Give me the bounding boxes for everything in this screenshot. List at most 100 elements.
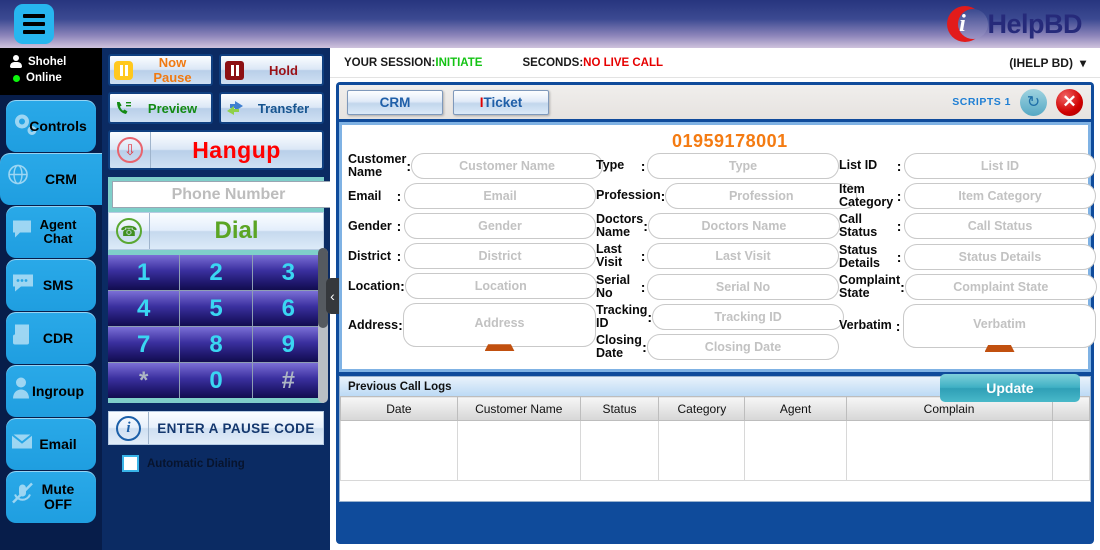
- colon: :: [896, 188, 902, 205]
- field-row-customer-name: Customer Name:: [348, 152, 604, 180]
- hamburger-bar: [23, 30, 45, 34]
- keypad-key-1[interactable]: 1: [108, 255, 180, 290]
- automatic-dialing-row: Automatic Dialing: [108, 455, 324, 472]
- keypad-key-6[interactable]: 6: [252, 291, 324, 326]
- label-list-id: List ID: [839, 158, 878, 173]
- automatic-dialing-checkbox[interactable]: [122, 455, 139, 472]
- hamburger-icon[interactable]: [14, 4, 54, 44]
- seconds-status: SECONDS:NO LIVE CALL: [522, 57, 663, 69]
- input-tracking-id[interactable]: [652, 303, 845, 330]
- chevron-left-icon[interactable]: ‹: [326, 278, 339, 314]
- field-row-location: Location:: [348, 273, 597, 300]
- keypad-key-hash[interactable]: #: [252, 363, 324, 398]
- sidebar-item-email[interactable]: Email: [6, 418, 96, 470]
- input-closing-date[interactable]: [647, 334, 839, 361]
- campaign-selector[interactable]: (IHELP BD) ▾: [1009, 56, 1086, 70]
- table-cell: [579, 420, 660, 481]
- input-serial-no[interactable]: [647, 273, 839, 300]
- sidebar-item-mute-off[interactable]: Mute OFF: [6, 471, 96, 523]
- input-customer-name[interactable]: [411, 153, 604, 180]
- campaign-label: (IHELP BD): [1009, 55, 1073, 70]
- sidebar-item-controls[interactable]: Controls: [6, 100, 96, 152]
- sidebar-item-cdr[interactable]: CDR: [6, 312, 96, 364]
- keypad-key-3[interactable]: 3: [252, 255, 324, 290]
- input-profession[interactable]: [665, 183, 858, 209]
- field-row-profession: Profession:: [596, 183, 858, 209]
- keypad-key-7[interactable]: 7: [108, 327, 180, 362]
- keypad-key-5[interactable]: 5: [180, 291, 252, 326]
- label-complaint-state: Complaint State: [839, 272, 901, 300]
- keypad-key-4[interactable]: 4: [108, 291, 180, 326]
- input-list-id[interactable]: [904, 153, 1096, 179]
- sidebar-item-agent-chat[interactable]: Agent Chat: [6, 206, 96, 258]
- colon: :: [640, 248, 646, 265]
- input-location[interactable]: [404, 273, 597, 300]
- app-logo: i HelpBD: [947, 4, 1082, 44]
- keypad-key-star[interactable]: *: [108, 363, 180, 398]
- now-pause-button[interactable]: Now Pause: [108, 54, 213, 86]
- input-gender[interactable]: [404, 213, 596, 240]
- seconds-label: SECONDS:: [522, 56, 584, 69]
- update-row: Update: [342, 364, 1088, 403]
- user-info-box: Shohel Online: [0, 48, 102, 95]
- tab-crm[interactable]: CRM: [347, 89, 443, 115]
- label-verbatim: Verbatim: [839, 318, 892, 333]
- close-icon[interactable]: ✕: [1056, 88, 1083, 116]
- transfer-button[interactable]: Transfer: [219, 92, 324, 124]
- input-complaint-state[interactable]: [904, 273, 1097, 300]
- sidebar-item-label: Ingroup: [31, 382, 85, 399]
- sidebar-item-label: SMS: [42, 276, 74, 293]
- hangup-button[interactable]: ⇩ Hangup: [108, 130, 324, 170]
- enter-pause-code-button[interactable]: i ENTER A PAUSE CODE: [108, 411, 324, 445]
- refresh-icon[interactable]: ↻: [1020, 88, 1047, 116]
- session-status: YOUR SESSION:INITIATE: [344, 57, 482, 69]
- input-email[interactable]: [404, 183, 596, 210]
- table-cell: [845, 420, 1053, 481]
- sidebar-item-crm[interactable]: CRM: [0, 153, 102, 205]
- label-doctors-name: Doctors Name: [596, 212, 644, 240]
- resize-handle-verbatim[interactable]: [984, 345, 1015, 352]
- field-row-address: Address:: [348, 303, 596, 352]
- keypad-key-0[interactable]: 0: [180, 363, 252, 398]
- preview-button[interactable]: Preview: [108, 92, 213, 124]
- input-district[interactable]: [404, 243, 596, 270]
- input-doctors-name[interactable]: [647, 213, 840, 240]
- label-serial-no: Serial No: [596, 272, 631, 300]
- field-row-tracking-id: Tracking ID:: [596, 303, 845, 330]
- keypad-key-9[interactable]: 9: [252, 327, 324, 362]
- phone-number-input[interactable]: [112, 181, 344, 208]
- colon: :: [640, 278, 646, 295]
- keypad-key-8[interactable]: 8: [180, 327, 252, 362]
- sidebar-item-sms[interactable]: SMS: [6, 259, 96, 311]
- field-row-verbatim: Verbatim:: [839, 304, 1096, 352]
- input-last-visit[interactable]: [647, 243, 839, 270]
- input-item-category[interactable]: [904, 183, 1096, 210]
- dial-button[interactable]: ☎ Dial: [108, 212, 324, 250]
- label-call-status: Call Status: [839, 212, 878, 240]
- input-address[interactable]: [403, 303, 596, 348]
- field-row-status-details: Status Details:: [839, 243, 1096, 270]
- update-button[interactable]: Update: [940, 374, 1080, 403]
- scripts-link[interactable]: SCRIPTS 1: [952, 96, 1011, 108]
- label-customer-name: Customer Name: [348, 152, 407, 180]
- sidebar-item-label: Controls: [29, 117, 87, 134]
- user-name: Shohel: [28, 55, 67, 68]
- colon: :: [640, 158, 646, 174]
- input-call-status[interactable]: [904, 213, 1096, 240]
- hangup-label: Hangup: [192, 136, 281, 163]
- resize-handle-address[interactable]: [484, 344, 515, 352]
- keypad-key-2[interactable]: 2: [180, 255, 252, 290]
- input-status-details[interactable]: [904, 243, 1096, 270]
- input-type[interactable]: [647, 153, 839, 179]
- label-location: Location: [348, 278, 401, 293]
- tab-iticket[interactable]: I Ticket: [453, 89, 549, 115]
- transfer-arrow-icon: [225, 99, 244, 118]
- phone-preview-icon: [114, 99, 133, 118]
- input-verbatim[interactable]: [903, 304, 1096, 348]
- keypad: 1 2 3 4 5 6 7 8 9 * 0 #: [108, 255, 324, 398]
- session-bar: YOUR SESSION:INITIATE SECONDS:NO LIVE CA…: [330, 48, 1100, 78]
- hold-button[interactable]: Hold: [219, 54, 324, 86]
- top-header: i HelpBD: [0, 0, 1100, 48]
- dialer-scrollbar[interactable]: [318, 248, 328, 403]
- sidebar-item-ingroup[interactable]: Ingroup: [6, 365, 96, 417]
